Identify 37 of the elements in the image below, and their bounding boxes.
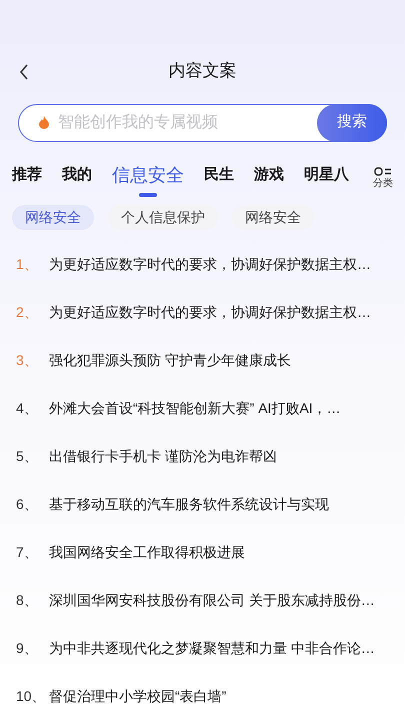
back-icon[interactable] — [19, 64, 29, 80]
article-title[interactable]: 为中非共逐现代化之梦凝聚智慧和力量 中非合作论… — [49, 638, 375, 659]
rank-number: 9、 — [16, 638, 39, 658]
category-tab[interactable]: 我的 — [62, 164, 92, 193]
rank-number: 1、 — [16, 254, 39, 274]
article-title[interactable]: 出借银行卡手机卡 谨防沦为电诈帮凶 — [49, 446, 277, 467]
rank-number: 3、 — [16, 350, 39, 370]
article-title[interactable]: 基于移动互联的汽车服务软件系统设计与实现 — [49, 494, 329, 515]
rank-number: 6、 — [16, 494, 39, 514]
category-tab[interactable]: 明星八 — [304, 164, 349, 193]
article-title[interactable]: 外滩大会首设“科技智能创新大赛” AI打败AI，… — [49, 398, 341, 419]
search-field[interactable]: 智能创作我的专属视频 搜索 — [18, 104, 387, 142]
rank-number: 4、 — [16, 398, 39, 418]
article-title[interactable]: 深圳国华网安科技股份有限公司 关于股东减持股份… — [49, 590, 375, 611]
category-icon — [374, 167, 392, 176]
article-title[interactable]: 强化犯罪源头预防 守护青少年健康成长 — [49, 350, 291, 371]
rank-number: 8、 — [16, 590, 39, 610]
category-tab[interactable]: 信息安全 — [112, 162, 184, 196]
article-title[interactable]: 为更好适应数字时代的要求，协调好保护数据主权… — [49, 302, 371, 323]
page-title: 内容文案 — [168, 60, 236, 82]
filter-chip[interactable]: 网络安全 — [232, 205, 314, 230]
category-tab[interactable]: 推荐 — [12, 164, 42, 193]
rank-number: 7、 — [16, 542, 39, 562]
flame-icon — [39, 116, 49, 130]
category-tab[interactable]: 游戏 — [254, 164, 284, 193]
category-button[interactable]: 分类 — [373, 167, 393, 190]
filter-chip[interactable]: 网络安全 — [12, 205, 94, 230]
tab-indicator — [139, 193, 157, 198]
article-title[interactable]: 我国网络安全工作取得积极进展 — [49, 542, 245, 563]
filter-chip[interactable]: 个人信息保护 — [108, 205, 218, 230]
rank-number: 10、 — [16, 686, 47, 706]
article-title[interactable]: 督促治理中小学校园“表白墙” — [49, 686, 226, 707]
article-title[interactable]: 为更好适应数字时代的要求，协调好保护数据主权… — [49, 254, 371, 275]
rank-number: 2、 — [16, 302, 39, 322]
search-button[interactable]: 搜索 — [317, 104, 387, 142]
category-tab[interactable]: 民生 — [204, 164, 234, 193]
rank-number: 5、 — [16, 446, 39, 466]
